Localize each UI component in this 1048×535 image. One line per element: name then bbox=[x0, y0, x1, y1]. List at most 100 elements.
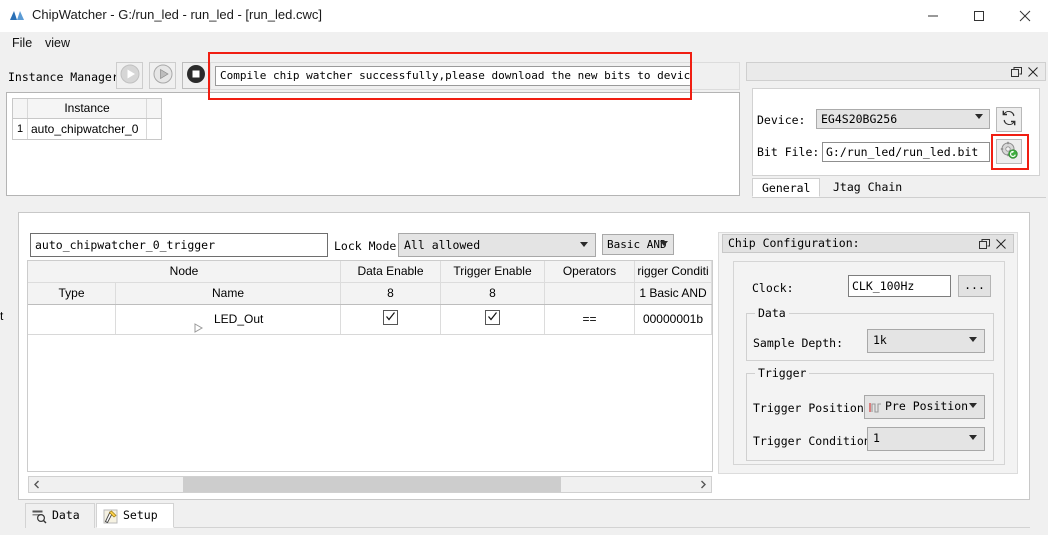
trigger-position-label: Trigger Position: bbox=[753, 401, 871, 415]
play-circle-icon bbox=[120, 64, 140, 87]
tab-general[interactable]: General bbox=[752, 178, 821, 197]
data-grid-icon bbox=[32, 509, 47, 532]
trigger-conditions-dropdown[interactable]: 1 bbox=[867, 427, 985, 454]
tab-jtag-chain[interactable]: Jtag Chain bbox=[824, 178, 911, 197]
instance-manager-label: Instance Manager: bbox=[8, 70, 126, 84]
waveform-icon bbox=[868, 400, 883, 422]
close-icon[interactable] bbox=[1026, 65, 1040, 79]
row-number-header bbox=[13, 99, 28, 118]
device-tab-strip: General Jtag Chain bbox=[752, 178, 1046, 198]
clock-label: Clock: bbox=[752, 281, 794, 295]
column-header-data-enable: Data Enable bbox=[341, 261, 441, 282]
node-table-hscrollbar[interactable] bbox=[28, 476, 712, 493]
cell-data-enable[interactable] bbox=[341, 305, 441, 334]
chevron-down-icon bbox=[975, 114, 983, 135]
download-button-highlight bbox=[991, 134, 1029, 170]
close-button[interactable] bbox=[1002, 0, 1048, 31]
lock-mode-dropdown[interactable]: All allowed bbox=[398, 233, 596, 261]
menu-bar: File view bbox=[0, 32, 1048, 54]
chevron-down-icon bbox=[969, 435, 977, 458]
subheader-type: Type bbox=[28, 283, 116, 304]
stop-circle-icon bbox=[186, 64, 206, 87]
data-enable-checkbox[interactable] bbox=[383, 310, 398, 325]
tab-setup[interactable]: Setup bbox=[96, 503, 174, 528]
node-table-subheader-row: Type Name 8 8 1 Basic AND bbox=[28, 283, 712, 305]
restore-icon[interactable] bbox=[977, 237, 991, 251]
data-group-title: Data bbox=[755, 306, 789, 320]
bottom-tab-strip: Data Setup bbox=[18, 503, 1030, 528]
chevron-left-icon[interactable] bbox=[29, 477, 45, 492]
menu-item-view[interactable]: view bbox=[41, 35, 74, 51]
application-window: ChipWatcher - G:/run_led - run_led - [ru… bbox=[0, 0, 1048, 535]
refresh-device-button[interactable] bbox=[996, 107, 1022, 132]
window-title: ChipWatcher - G:/run_led - run_led - [ru… bbox=[32, 7, 322, 22]
setup-tools-icon bbox=[103, 509, 118, 532]
close-icon[interactable] bbox=[994, 237, 1008, 251]
device-label: Device: bbox=[757, 113, 806, 127]
sample-depth-dropdown[interactable]: 1k bbox=[867, 329, 985, 356]
chevron-down-icon bbox=[660, 241, 668, 254]
subheader-condition: 1 Basic AND bbox=[635, 283, 712, 304]
run-step-button[interactable] bbox=[149, 62, 176, 89]
chip-configuration-titlebar: Chip Configuration: bbox=[722, 234, 1014, 253]
refresh-icon bbox=[1000, 109, 1018, 130]
sample-depth-label: Sample Depth: bbox=[753, 336, 844, 350]
row-spacer bbox=[147, 119, 161, 139]
bitfile-input[interactable]: G:/run_led/run_led.bit bbox=[822, 142, 990, 162]
cell-operator[interactable]: == bbox=[545, 305, 635, 334]
lock-mode-label: Lock Mode: bbox=[334, 239, 404, 253]
trigger-group-title: Trigger bbox=[755, 366, 810, 380]
tab-strip-filler bbox=[174, 527, 1030, 528]
run-button[interactable] bbox=[116, 62, 143, 89]
triangle-right-icon[interactable] bbox=[194, 315, 204, 334]
basic-and-dropdown[interactable]: Basic AND bbox=[602, 234, 674, 255]
stop-button[interactable] bbox=[182, 62, 209, 89]
device-dropdown-value: EG4S20BG256 bbox=[821, 112, 898, 126]
chevron-down-icon bbox=[969, 403, 977, 426]
compile-message-highlight bbox=[208, 52, 692, 100]
cell-trigger-condition[interactable]: 00000001b bbox=[635, 305, 712, 334]
table-row[interactable]: LED_Out == 00000001b bbox=[28, 305, 712, 335]
minimize-button[interactable] bbox=[910, 0, 956, 31]
subheader-operators bbox=[545, 283, 635, 304]
trigger-position-dropdown[interactable]: Pre Position bbox=[864, 395, 985, 422]
trigger-conditions-label: Trigger Conditions bbox=[753, 434, 878, 448]
column-header-operators: Operators bbox=[545, 261, 635, 282]
table-row[interactable]: 1 auto_chipwatcher_0 bbox=[12, 118, 162, 140]
node-table-header-row: Node Data Enable Trigger Enable Operator… bbox=[28, 261, 712, 283]
sample-depth-value: 1k bbox=[873, 333, 887, 347]
instance-column-header: Instance bbox=[28, 99, 147, 118]
trigger-enable-checkbox[interactable] bbox=[485, 310, 500, 325]
clock-input[interactable]: CLK_100Hz bbox=[848, 275, 951, 297]
device-dropdown[interactable]: EG4S20BG256 bbox=[816, 109, 990, 133]
instance-table: Instance 1 auto_chipwatcher_0 bbox=[12, 98, 162, 140]
chevron-right-icon[interactable] bbox=[695, 477, 711, 492]
tab-data[interactable]: Data bbox=[25, 503, 95, 528]
row-number: 1 bbox=[13, 119, 28, 139]
trigger-conditions-value: 1 bbox=[873, 431, 880, 445]
subheader-data-width: 8 bbox=[341, 283, 441, 304]
cell-name[interactable]: LED_Out bbox=[116, 305, 341, 334]
trigger-position-value: Pre Position bbox=[885, 399, 969, 413]
cell-type bbox=[28, 305, 116, 334]
subheader-trigger-width: 8 bbox=[441, 283, 545, 304]
restore-icon[interactable] bbox=[1009, 65, 1023, 79]
lock-mode-value: All allowed bbox=[404, 238, 481, 252]
hscrollbar-thumb[interactable] bbox=[183, 477, 561, 492]
tab-setup-label: Setup bbox=[123, 508, 158, 522]
column-header-trigger-enable: Trigger Enable bbox=[441, 261, 545, 282]
instance-panel: Instance 1 auto_chipwatcher_0 bbox=[6, 92, 740, 196]
maximize-button[interactable] bbox=[956, 0, 1002, 31]
chipwatcher-logo-icon bbox=[9, 8, 25, 24]
tab-data-label: Data bbox=[52, 508, 80, 522]
menu-item-file[interactable]: File bbox=[8, 35, 36, 51]
trigger-name-input[interactable]: auto_chipwatcher_0_trigger bbox=[30, 233, 328, 257]
node-name-label: LED_Out bbox=[214, 312, 264, 326]
play-circle-icon bbox=[153, 64, 173, 87]
column-header-node: Node bbox=[28, 261, 341, 282]
cell-type-clipped-text: t bbox=[0, 309, 4, 323]
column-header-trigger-condition: rigger Conditi bbox=[635, 261, 712, 282]
cell-trigger-enable[interactable] bbox=[441, 305, 545, 334]
clock-browse-button[interactable]: ... bbox=[958, 275, 991, 297]
instance-name-cell: auto_chipwatcher_0 bbox=[28, 119, 147, 139]
